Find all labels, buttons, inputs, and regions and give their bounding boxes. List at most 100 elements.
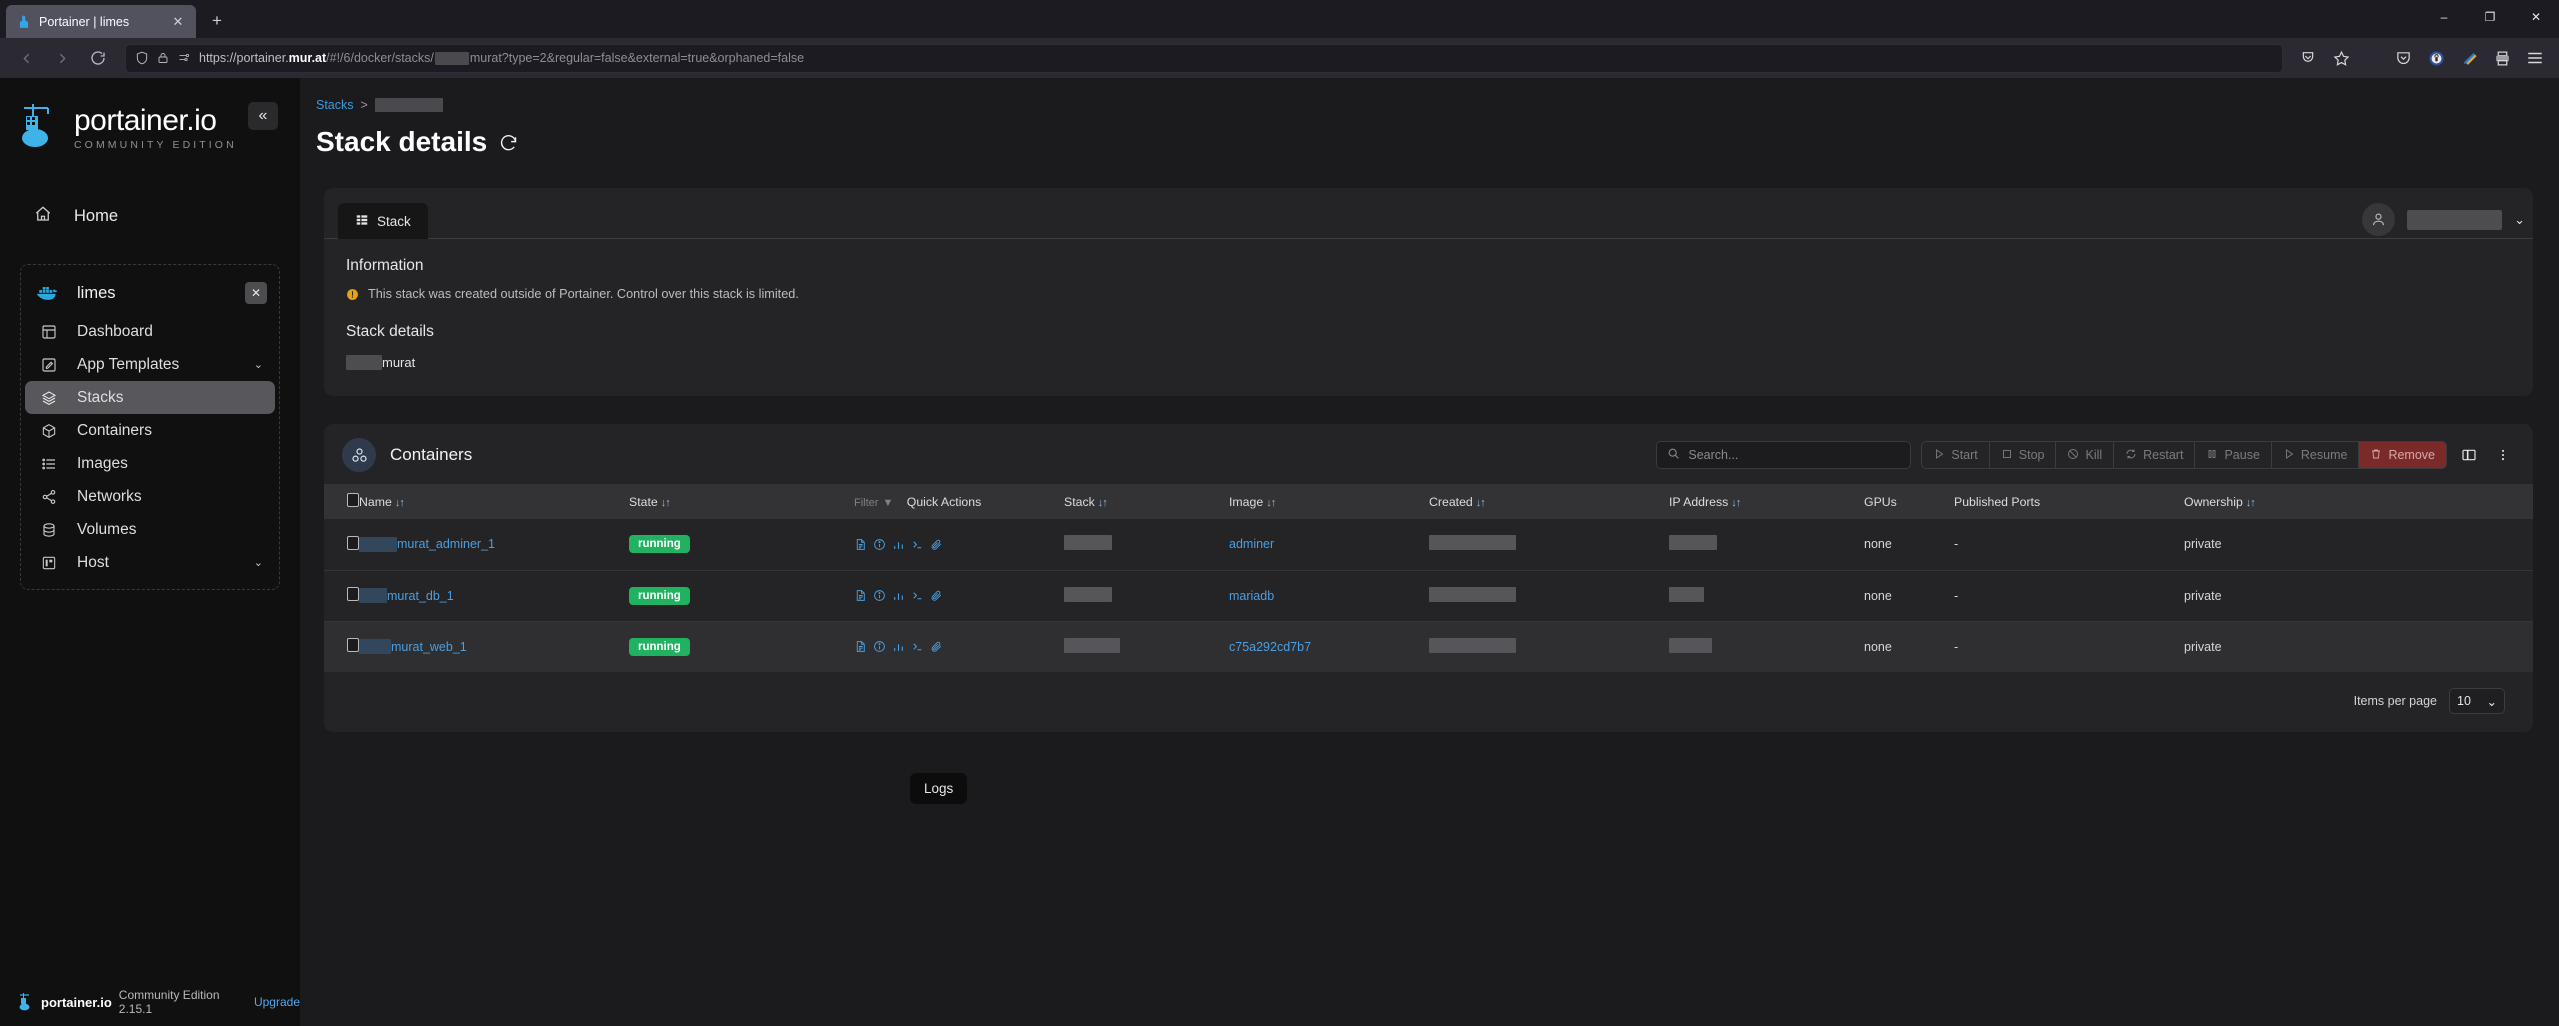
stats-icon[interactable] bbox=[892, 538, 905, 551]
column-label: Quick Actions bbox=[907, 495, 982, 509]
chevron-down-icon[interactable]: ⌄ bbox=[2514, 212, 2525, 228]
column-stack[interactable]: Stack↓↑ bbox=[1064, 484, 1229, 519]
container-name-link[interactable]: murat_web_1 bbox=[391, 640, 467, 654]
column-image[interactable]: Image↓↑ bbox=[1229, 484, 1429, 519]
pocket-icon[interactable] bbox=[2388, 43, 2418, 73]
row-select-cell[interactable] bbox=[324, 519, 359, 570]
image-link[interactable]: c75a292cd7b7 bbox=[1229, 640, 1311, 654]
column-name[interactable]: Name↓↑ bbox=[359, 484, 629, 519]
kebab-menu-icon[interactable] bbox=[2491, 443, 2515, 467]
row-select-cell[interactable] bbox=[324, 621, 359, 672]
attach-icon[interactable] bbox=[930, 640, 943, 653]
user-menu[interactable]: ⌄ bbox=[2362, 203, 2525, 236]
reload-icon[interactable] bbox=[81, 43, 115, 73]
column-label: Name bbox=[359, 495, 392, 509]
filter-icon[interactable]: ▼ bbox=[882, 497, 893, 509]
new-tab-button[interactable]: + bbox=[202, 6, 232, 36]
row-checkbox[interactable] bbox=[347, 536, 359, 550]
kill-button[interactable]: Kill bbox=[2056, 442, 2114, 468]
remove-button[interactable]: Remove bbox=[2359, 442, 2446, 468]
chevron-down-icon[interactable]: ⌄ bbox=[254, 358, 263, 371]
footer-edition: Community Edition 2.15.1 bbox=[119, 988, 247, 1016]
columns-icon[interactable] bbox=[2457, 443, 2481, 467]
row-checkbox[interactable] bbox=[347, 587, 359, 601]
sidebar-logo[interactable]: portainer.io COMMUNITY EDITION « bbox=[0, 78, 300, 156]
sidebar-item-dashboard[interactable]: Dashboard bbox=[25, 315, 275, 348]
container-name-link[interactable]: murat_adminer_1 bbox=[397, 537, 495, 551]
search-input[interactable]: Search... bbox=[1656, 441, 1911, 469]
stats-icon[interactable] bbox=[892, 640, 905, 653]
sidebar-item-volumes[interactable]: Volumes bbox=[25, 513, 275, 546]
search-placeholder: Search... bbox=[1688, 448, 1738, 462]
back-icon[interactable] bbox=[9, 43, 43, 73]
lastpass-icon[interactable] bbox=[2421, 43, 2451, 73]
url-bar[interactable]: https://portainer.mur.at/#!/6/docker/sta… bbox=[125, 44, 2283, 73]
breadcrumb-stacks-link[interactable]: Stacks bbox=[316, 98, 354, 112]
inspect-icon[interactable] bbox=[873, 538, 886, 551]
inspect-icon[interactable] bbox=[873, 589, 886, 602]
sidebar-item-networks[interactable]: Networks bbox=[25, 480, 275, 513]
console-icon[interactable] bbox=[911, 640, 924, 653]
sidebar-item-host[interactable]: Host ⌄ bbox=[25, 546, 275, 579]
save-to-pocket-icon[interactable] bbox=[2293, 43, 2323, 73]
forward-icon[interactable] bbox=[45, 43, 79, 73]
column-created[interactable]: Created↓↑ bbox=[1429, 484, 1669, 519]
sidebar-item-app-templates[interactable]: App Templates ⌄ bbox=[25, 348, 275, 381]
environment-close-icon[interactable]: ✕ bbox=[245, 282, 267, 304]
ip-redacted bbox=[1669, 638, 1712, 653]
console-icon[interactable] bbox=[911, 589, 924, 602]
sidebar-environment-header[interactable]: limes ✕ bbox=[21, 271, 279, 315]
attach-icon[interactable] bbox=[930, 589, 943, 602]
pause-icon bbox=[2206, 448, 2218, 463]
chevron-down-icon[interactable]: ⌄ bbox=[254, 556, 263, 569]
pause-button[interactable]: Pause bbox=[2195, 442, 2271, 468]
permissions-icon[interactable] bbox=[177, 52, 191, 64]
highlighter-icon[interactable] bbox=[2454, 43, 2484, 73]
select-all-header[interactable] bbox=[324, 484, 359, 519]
refresh-icon[interactable] bbox=[498, 132, 519, 153]
table-row[interactable]: murat_db_1 running bbox=[324, 570, 2533, 621]
sidebar-collapse-button[interactable]: « bbox=[248, 102, 278, 130]
tab-stack[interactable]: Stack bbox=[338, 203, 428, 239]
window-minimize-button[interactable]: – bbox=[2421, 0, 2467, 34]
bookmark-star-icon[interactable] bbox=[2326, 43, 2356, 73]
menu-icon[interactable] bbox=[2520, 43, 2550, 73]
table-row[interactable]: murat_web_1 running bbox=[324, 621, 2533, 672]
sidebar-item-label: Stacks bbox=[77, 389, 263, 407]
sidebar-item-containers[interactable]: Containers bbox=[25, 414, 275, 447]
start-button[interactable]: Start bbox=[1922, 442, 1989, 468]
logs-icon[interactable] bbox=[854, 538, 867, 551]
table-row[interactable]: murat_adminer_1 running bbox=[324, 519, 2533, 570]
window-maximize-button[interactable]: ❐ bbox=[2467, 0, 2513, 34]
browser-tab[interactable]: Portainer | limes ✕ bbox=[6, 5, 196, 38]
row-checkbox[interactable] bbox=[347, 638, 359, 652]
logs-icon[interactable] bbox=[854, 640, 867, 653]
column-ip-address[interactable]: IP Address↓↑ bbox=[1669, 484, 1864, 519]
attach-icon[interactable] bbox=[930, 538, 943, 551]
restart-button[interactable]: Restart bbox=[2114, 442, 2195, 468]
footer-upgrade-link[interactable]: Upgrade bbox=[254, 995, 300, 1009]
sidebar-item-home[interactable]: Home bbox=[0, 194, 300, 238]
container-icon bbox=[39, 423, 59, 439]
tab-close-icon[interactable]: ✕ bbox=[170, 14, 186, 30]
kill-icon bbox=[2067, 448, 2079, 463]
logs-icon[interactable] bbox=[854, 589, 867, 602]
column-ownership[interactable]: Ownership↓↑ bbox=[2184, 484, 2533, 519]
stop-button[interactable]: Stop bbox=[1990, 442, 2057, 468]
window-close-button[interactable]: ✕ bbox=[2513, 0, 2559, 34]
container-name-link[interactable]: murat_db_1 bbox=[387, 589, 454, 603]
items-per-page-select[interactable]: 10 ⌄ bbox=[2449, 688, 2505, 714]
image-link[interactable]: mariadb bbox=[1229, 589, 1274, 603]
stats-icon[interactable] bbox=[892, 589, 905, 602]
printer-icon[interactable] bbox=[2487, 43, 2517, 73]
sidebar-item-images[interactable]: Images bbox=[25, 447, 275, 480]
image-link[interactable]: adminer bbox=[1229, 537, 1274, 551]
column-state[interactable]: State↓↑ bbox=[629, 484, 854, 519]
sidebar-item-stacks[interactable]: Stacks bbox=[25, 381, 275, 414]
row-select-cell[interactable] bbox=[324, 570, 359, 621]
state-filter-label[interactable]: Filter bbox=[854, 497, 878, 509]
console-icon[interactable] bbox=[911, 538, 924, 551]
inspect-icon[interactable] bbox=[873, 640, 886, 653]
resume-button[interactable]: Resume bbox=[2272, 442, 2360, 468]
select-all-checkbox[interactable] bbox=[347, 493, 359, 507]
